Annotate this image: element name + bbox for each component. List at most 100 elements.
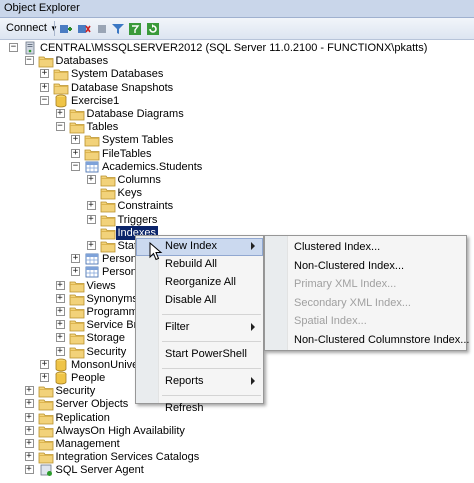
expand-icon[interactable]: + (55, 320, 65, 330)
disconnect-icon (78, 25, 91, 33)
tree-node[interactable]: + Constraints (0, 199, 474, 213)
submenu-arrow-icon (251, 323, 255, 331)
expand-icon[interactable]: + (40, 373, 49, 382)
tree-node[interactable]: − CENTRAL\MSSQLSERVER2012 (SQL Server 11.… (0, 41, 474, 55)
expand-icon[interactable]: + (86, 201, 96, 211)
expand-icon[interactable]: + (24, 425, 34, 435)
collapse-icon[interactable]: − (24, 56, 34, 66)
expand-icon[interactable]: + (55, 293, 65, 303)
submenu-item-spatial-index: Spatial Index... (265, 313, 466, 331)
submenu-item-clustered-index[interactable]: Clustered Index... (265, 239, 466, 257)
tree-node[interactable]: + Database Snapshots (0, 81, 474, 95)
filter-settings-button[interactable] (127, 21, 143, 37)
folder-icon (38, 397, 54, 411)
expand-icon[interactable]: + (55, 109, 65, 118)
database-icon (53, 358, 69, 372)
expand-icon[interactable]: + (24, 412, 34, 422)
tree-node[interactable]: − Exercise1 (0, 94, 474, 108)
expand-icon[interactable]: + (86, 241, 96, 250)
tree-node-label: Databases (55, 55, 109, 68)
window-title: Object Explorer (4, 2, 80, 14)
menu-item-refresh[interactable]: Refresh (136, 400, 263, 418)
menu-item-label: New Index (165, 240, 217, 252)
expand-icon[interactable]: + (40, 69, 49, 79)
tree-node[interactable]: Keys (0, 186, 474, 200)
tree-node[interactable]: + AlwaysOn High Availability (0, 424, 474, 438)
collapse-icon[interactable]: − (55, 122, 65, 132)
folder-icon (38, 450, 54, 464)
folder-icon (84, 133, 100, 147)
tree-node[interactable]: − Tables (0, 120, 474, 134)
folder-icon (69, 331, 85, 345)
folder-icon (53, 81, 69, 95)
menu-item-start-powershell[interactable]: Start PowerShell (136, 346, 263, 364)
tree-node[interactable]: + Management (0, 437, 474, 451)
menu-item-reports[interactable]: Reports (136, 373, 263, 391)
tree-node[interactable]: + SQL Server Agent (0, 463, 474, 477)
new-index-submenu: Clustered Index... Non-Clustered Index...… (264, 235, 469, 351)
collapse-icon[interactable]: − (9, 43, 18, 52)
expand-icon[interactable]: + (55, 346, 65, 356)
connect-button[interactable]: Connect ▼ (6, 22, 58, 34)
menu-item-label: Reports (165, 375, 204, 387)
folder-icon (100, 186, 116, 200)
folder-icon (100, 226, 116, 240)
tree-node-label: Synonyms (86, 292, 138, 305)
tree-node[interactable]: + System Tables (0, 133, 474, 147)
expand-icon[interactable]: + (40, 82, 49, 92)
expand-icon[interactable]: + (71, 254, 80, 264)
tree-node[interactable]: − Academics.Students (0, 160, 474, 174)
menu-item-reorganize-all[interactable]: Reorganize All (136, 274, 263, 292)
database-icon (53, 371, 69, 385)
expand-icon[interactable]: + (55, 333, 65, 343)
folder-icon (100, 239, 116, 253)
menu-item-label: Filter (165, 321, 190, 333)
refresh-button[interactable] (145, 21, 161, 37)
tree-node[interactable]: − Databases (0, 54, 474, 68)
expand-icon[interactable]: + (24, 386, 34, 396)
expand-icon[interactable]: + (71, 267, 80, 277)
folder-icon (69, 107, 85, 121)
tree-node-label: Constraints (117, 200, 174, 213)
expand-icon[interactable]: + (24, 465, 34, 475)
folder-icon (84, 147, 100, 161)
expand-icon[interactable]: + (71, 148, 80, 158)
tree-node[interactable]: + Integration Services Catalogs (0, 450, 474, 464)
tree-node[interactable]: + Triggers (0, 213, 474, 227)
tree-node[interactable]: + Database Diagrams (0, 107, 474, 121)
collapse-icon[interactable]: − (71, 161, 80, 171)
folder-icon (38, 437, 54, 451)
expand-icon[interactable]: + (71, 135, 80, 145)
expand-icon[interactable]: + (86, 214, 96, 224)
tree-node-label: Security (86, 345, 127, 358)
expand-icon[interactable]: + (24, 439, 34, 448)
tree-node-label: Triggers (117, 213, 158, 226)
expand-icon[interactable]: + (55, 280, 65, 290)
filter-settings-icon (129, 23, 141, 35)
folder-icon (100, 199, 116, 213)
submenu-item-non-clustered-columnstore-index[interactable]: Non-Clustered Columnstore Index... (265, 332, 469, 350)
connect-object-explorer-button[interactable] (58, 21, 74, 37)
stop-button[interactable] (94, 21, 110, 37)
expand-icon[interactable]: + (24, 452, 34, 462)
expand-icon[interactable]: + (86, 175, 96, 184)
submenu-arrow-icon (251, 377, 255, 385)
tree-node-label: Academics.Students (102, 160, 203, 173)
database-icon (53, 94, 69, 108)
disconnect-button[interactable] (76, 21, 92, 37)
tree-node[interactable]: + System Databases (0, 67, 474, 81)
menu-item-label: Reorganize All (165, 276, 236, 288)
menu-item-disable-all[interactable]: Disable All (136, 292, 263, 310)
submenu-item-non-clustered-index[interactable]: Non-Clustered Index... (265, 258, 466, 276)
expand-icon[interactable]: + (55, 307, 65, 316)
expand-icon[interactable]: + (40, 359, 49, 369)
tree-node[interactable]: + FileTables (0, 147, 474, 161)
filter-button[interactable] (110, 21, 126, 37)
expand-icon[interactable]: + (24, 399, 34, 409)
tree-node[interactable]: + Columns (0, 173, 474, 187)
mouse-pointer-icon (149, 242, 163, 261)
collapse-icon[interactable]: − (40, 95, 49, 105)
menu-item-filter[interactable]: Filter (136, 319, 263, 337)
tree-node-label: Views (86, 279, 116, 292)
folder-icon (69, 292, 85, 306)
